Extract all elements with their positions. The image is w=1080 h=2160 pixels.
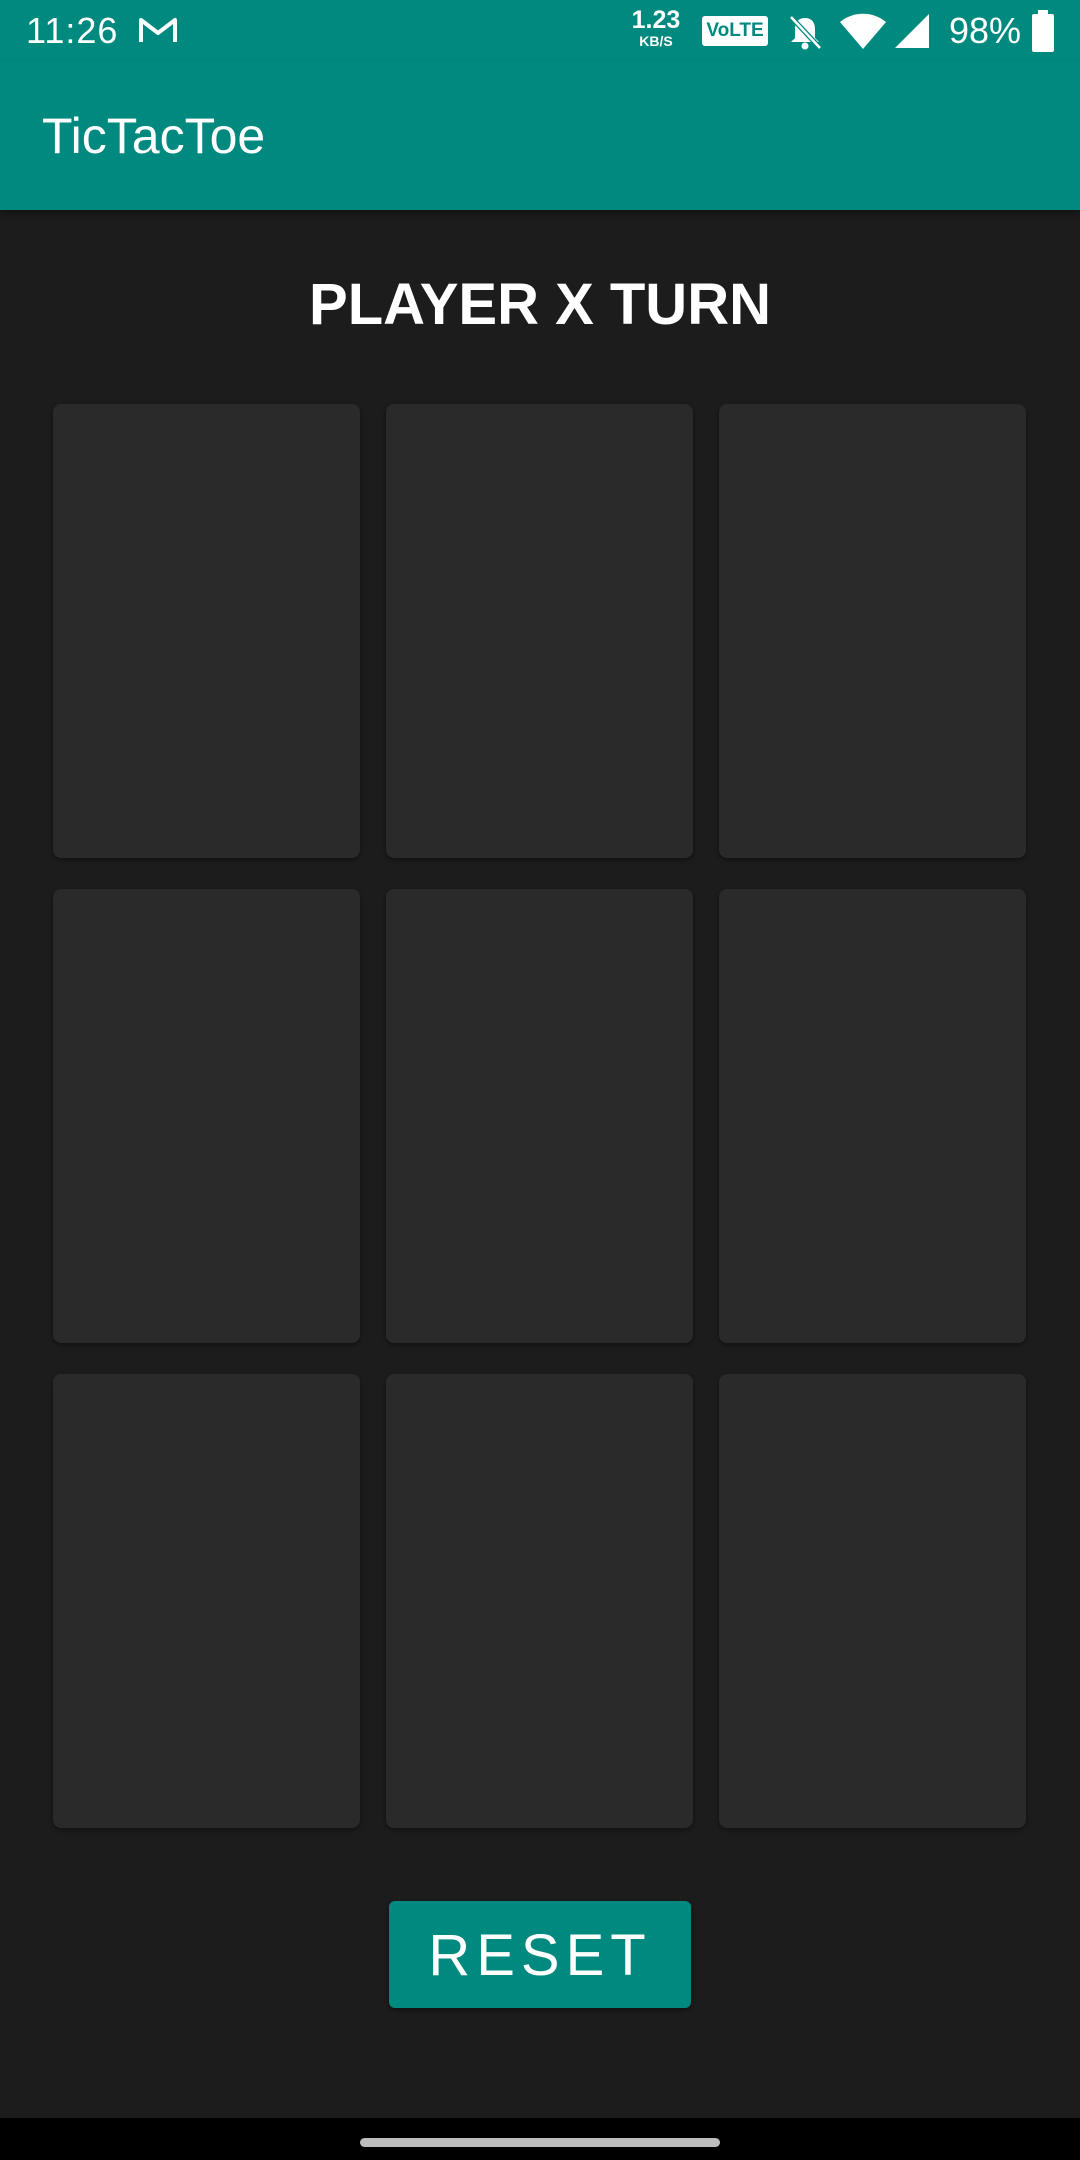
screen: 11:26 1.23 KB/S VoLTE 98% TicTacToe PLAY: [0, 0, 1080, 2160]
game-board: [53, 404, 1027, 1830]
net-speed-indicator: 1.23 KB/S: [630, 6, 682, 49]
app-bar: TicTacToe: [0, 62, 1080, 210]
net-speed-unit: KB/S: [639, 33, 673, 49]
board-cell-7[interactable]: [53, 1374, 360, 1828]
board-cell-1[interactable]: [53, 404, 360, 858]
status-time: 11:26: [26, 10, 119, 51]
home-gesture-handle[interactable]: [360, 2138, 720, 2147]
turn-indicator: PLAYER X TURN: [309, 272, 771, 337]
navigation-bar: [0, 2118, 1080, 2160]
board-cell-3[interactable]: [719, 404, 1026, 858]
volte-badge: VoLTE: [702, 16, 768, 46]
board-cell-2[interactable]: [386, 404, 693, 858]
battery-icon: [1032, 10, 1054, 52]
app-title: TicTacToe: [42, 108, 266, 164]
board-cell-6[interactable]: [719, 889, 1026, 1343]
board-cell-8[interactable]: [386, 1374, 693, 1828]
net-speed-value: 1.23: [631, 6, 681, 34]
board-cell-9[interactable]: [719, 1374, 1026, 1828]
battery-percent: 98%: [949, 10, 1022, 51]
bell-off-icon: [789, 15, 822, 50]
wifi-icon: [840, 13, 886, 49]
status-bar: 11:26 1.23 KB/S VoLTE 98%: [0, 0, 1080, 62]
reset-button[interactable]: RESET: [389, 1901, 691, 2008]
board-cell-5[interactable]: [386, 889, 693, 1343]
board-cell-4[interactable]: [53, 889, 360, 1343]
signal-icon: [895, 14, 929, 48]
gmail-icon: [139, 18, 177, 42]
